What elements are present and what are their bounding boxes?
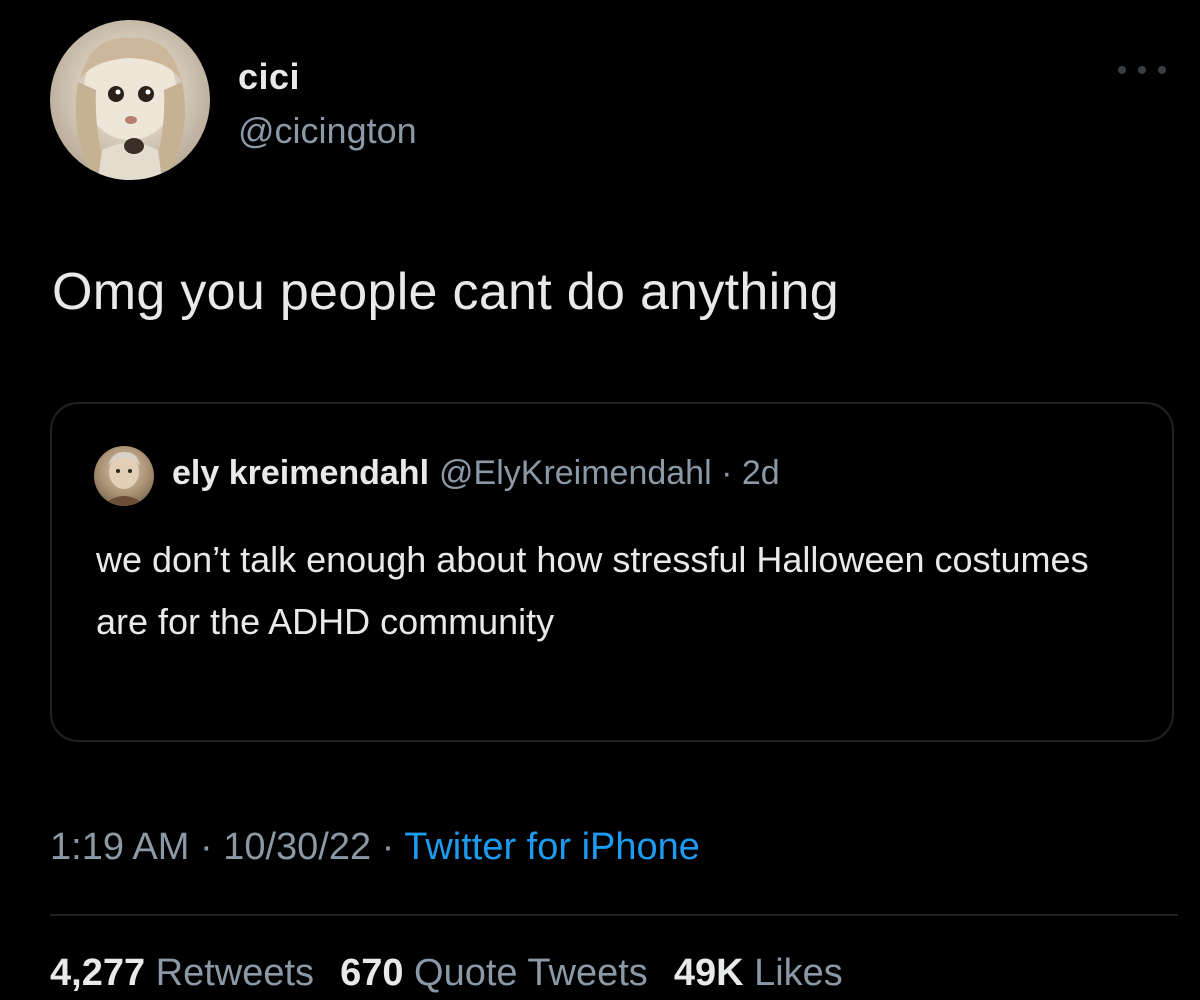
likes-label: Likes	[754, 952, 843, 994]
author-handle[interactable]: @cicington	[238, 110, 417, 152]
quoted-tweet-card[interactable]: ely kreimendahl @ElyKreimendahl · 2d we d…	[50, 402, 1174, 742]
tweet-text: Omg you people cant do anything	[52, 263, 839, 321]
quote-tweets-label: Quote Tweets	[414, 952, 648, 994]
meta-separator: ·	[371, 826, 405, 868]
retweets-stat[interactable]: 4,277 Retweets	[50, 952, 314, 994]
quoted-display-name: ely kreimendahl	[172, 454, 430, 492]
quoted-author-avatar	[94, 446, 154, 506]
likes-count: 49K	[673, 952, 744, 994]
tweet-time[interactable]: 1:19 AM	[50, 826, 189, 868]
author-display-name[interactable]: cici	[238, 56, 300, 98]
quoted-handle: @ElyKreimendahl	[439, 454, 712, 492]
retweets-label: Retweets	[155, 952, 315, 994]
quote-tweets-stat[interactable]: 670 Quote Tweets	[340, 952, 648, 994]
more-dot	[1138, 66, 1146, 74]
quote-tweets-count: 670	[340, 952, 404, 994]
tweet-source-link[interactable]: Twitter for iPhone	[404, 826, 700, 868]
divider	[50, 914, 1178, 916]
retweets-count: 4,277	[50, 952, 146, 994]
likes-stat[interactable]: 49K Likes	[674, 952, 843, 994]
user-avatar-icon	[102, 452, 146, 506]
meta-separator: ·	[189, 826, 224, 868]
quoted-tweet-header: ely kreimendahl @ElyKreimendahl · 2d	[172, 454, 780, 493]
doll-avatar-icon	[75, 37, 186, 180]
quoted-tweet-text: we don’t talk enough about how stressful…	[96, 539, 1089, 642]
quoted-age: 2d	[741, 454, 780, 492]
author-avatar[interactable]	[50, 20, 210, 180]
more-dot	[1118, 66, 1126, 74]
tweet-detail: cici @cicington Omg you people cant do a…	[0, 0, 1200, 1000]
more-options-icon[interactable]	[1118, 60, 1166, 80]
more-dot	[1158, 66, 1166, 74]
engagement-stats: 4,277 Retweets 670 Quote Tweets 49K Likes	[50, 952, 843, 995]
tweet-metadata: 1:19 AM · 10/30/22 · Twitter for iPhone	[50, 826, 700, 869]
tweet-date[interactable]: 10/30/22	[223, 826, 371, 868]
quoted-separator: ·	[711, 454, 742, 492]
